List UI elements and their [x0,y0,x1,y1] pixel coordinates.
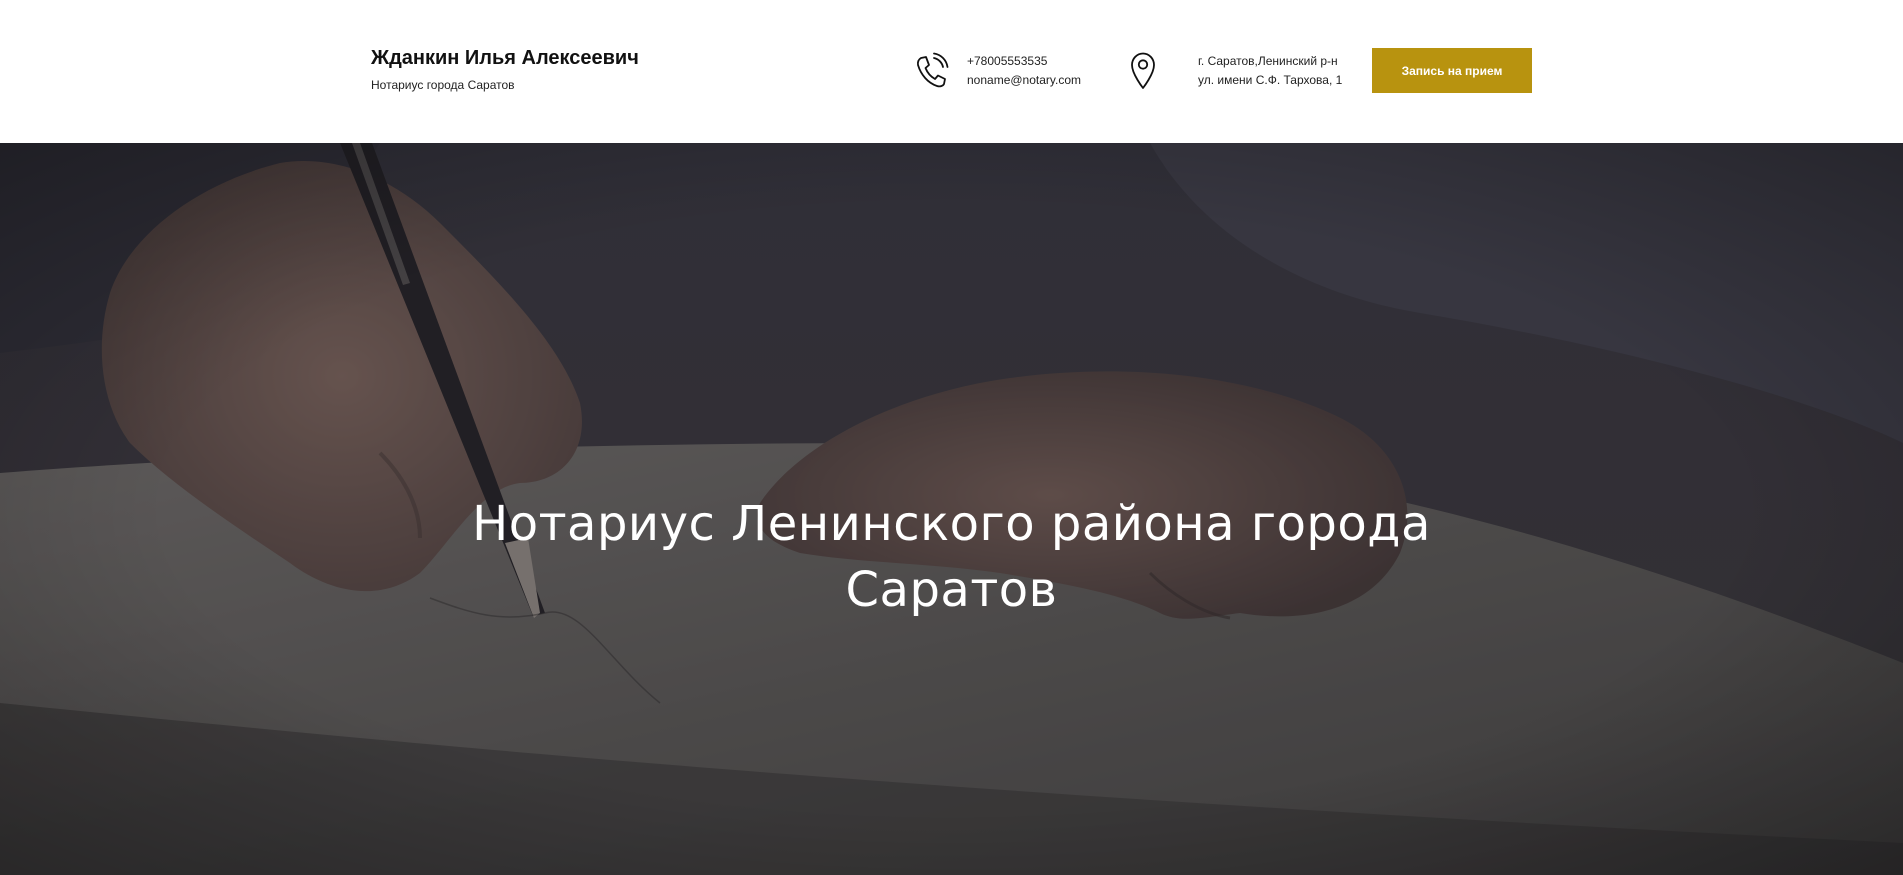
site-header: Жданкин Илья Алексеевич Нотариус города … [0,0,1903,143]
hero-title-line-1: Нотариус Ленинского района города [472,496,1431,552]
brand-block: Жданкин Илья Алексеевич Нотариус города … [371,45,639,93]
location-pin-icon [1124,51,1162,91]
hero-title-line-2: Саратов [845,562,1058,618]
email-address[interactable]: noname@notary.com [967,71,1081,90]
hero-title: Нотариус Ленинского района города Сарато… [0,491,1903,623]
address-contact: г. Саратов,Ленинский р-н ул. имени С.Ф. … [1124,51,1342,91]
phone-contact: +78005553535 noname@notary.com [912,51,1081,91]
address-line-1: г. Саратов,Ленинский р-н [1198,54,1338,68]
phone-icon [912,51,950,91]
phone-number[interactable]: +78005553535 [967,52,1081,71]
hero-section: Нотариус Ленинского района города Сарато… [0,143,1903,875]
address-lines: г. Саратов,Ленинский р-н ул. имени С.Ф. … [1198,51,1342,90]
appointment-button[interactable]: Запись на прием [1372,48,1532,93]
phone-lines: +78005553535 noname@notary.com [967,51,1081,90]
brand-subtitle: Нотариус города Саратов [371,78,515,92]
brand-name: Жданкин Илья Алексеевич [371,47,639,69]
address-line-2: ул. имени С.Ф. Тархова, 1 [1198,73,1343,87]
